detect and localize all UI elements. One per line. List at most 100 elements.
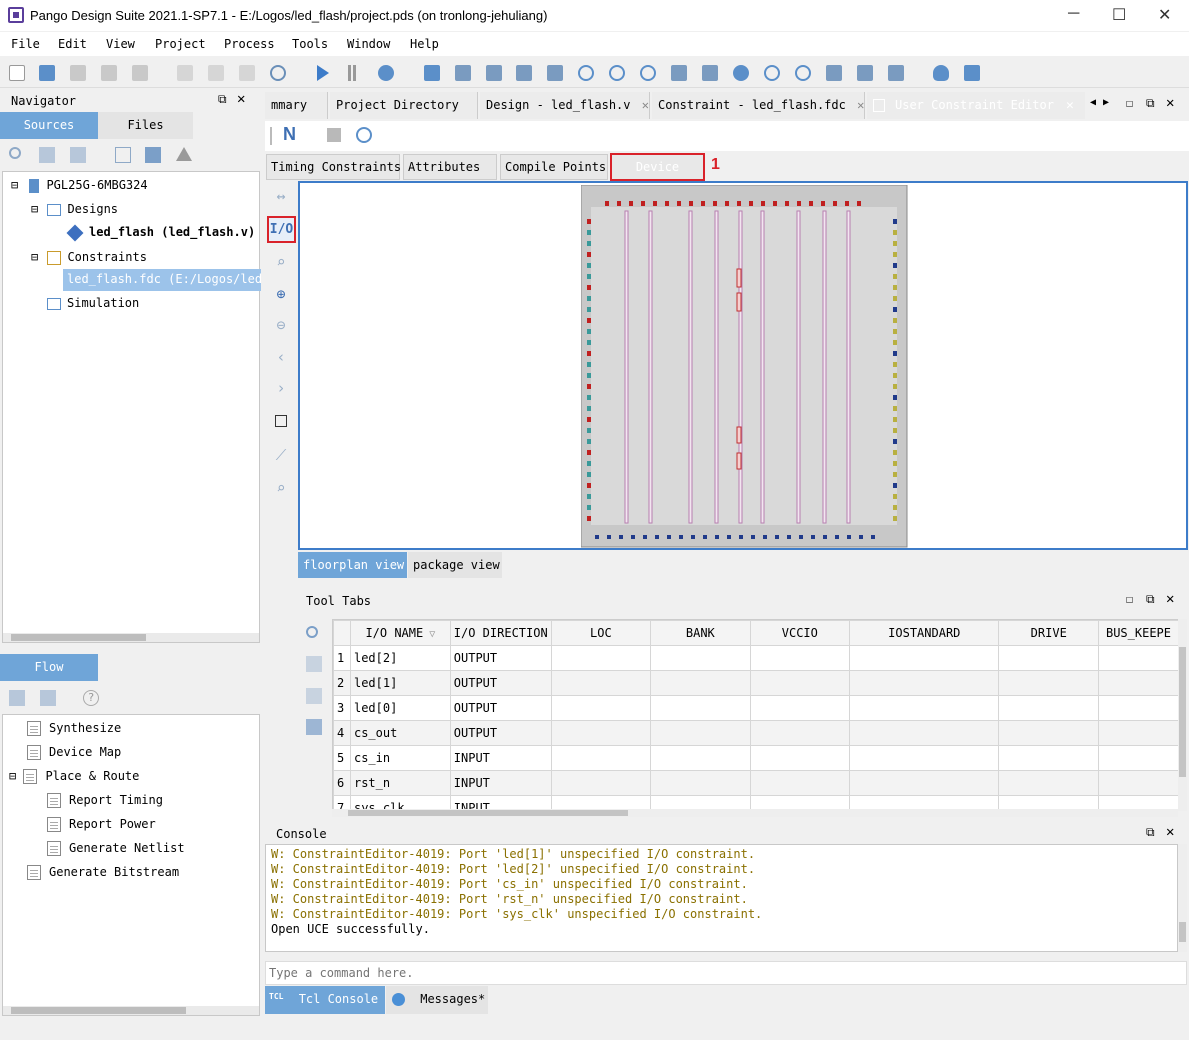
io-direction-cell[interactable]: INPUT [449, 770, 552, 796]
maximize-button[interactable]: ☐ [1112, 5, 1126, 25]
bank-cell[interactable] [650, 720, 751, 746]
tab-package-view[interactable]: package view [408, 552, 502, 578]
zoom-in-icon[interactable]: ⊕ [272, 285, 290, 303]
close-panel-icon[interactable]: ✕ [237, 91, 245, 107]
menu-edit[interactable]: Edit [58, 37, 87, 51]
col-loc[interactable]: LOC [550, 620, 652, 646]
save-as-icon[interactable] [101, 65, 117, 81]
tab-summary[interactable]: mmary [265, 92, 328, 119]
col-bus-keeper[interactable]: BUS_KEEPE [1098, 620, 1179, 646]
table-vertical-scrollbar[interactable] [1178, 619, 1187, 811]
help-icon[interactable]: ? [83, 690, 99, 706]
table-expand-icon[interactable] [306, 688, 322, 704]
fit-width-icon[interactable]: ↔ [272, 187, 290, 205]
loc-cell[interactable] [550, 745, 652, 771]
loc-cell[interactable] [550, 770, 652, 796]
table-row[interactable]: 1 led[2] OUTPUT [333, 645, 1179, 671]
float-console-icon[interactable]: ⧉ [1146, 825, 1155, 840]
bus-keeper-cell[interactable] [1098, 645, 1179, 671]
loc-cell[interactable] [550, 670, 652, 696]
table-row[interactable]: 2 led[1] OUTPUT [333, 670, 1179, 696]
save-constraint-icon[interactable] [327, 128, 341, 142]
cut-icon[interactable] [177, 65, 193, 81]
vccio-cell[interactable] [749, 645, 851, 671]
vccio-cell[interactable] [749, 720, 851, 746]
io-name-cell[interactable]: led[2] [349, 645, 451, 671]
col-drive[interactable]: DRIVE [998, 620, 1099, 646]
horizontal-scrollbar[interactable] [3, 1006, 259, 1015]
flow-item-place-route[interactable]: ⊟ Place & Route [9, 769, 139, 784]
download-icon[interactable] [764, 65, 780, 81]
table-row[interactable]: 4 cs_out OUTPUT [333, 720, 1179, 746]
io-name-cell[interactable]: led[0] [349, 695, 451, 721]
vccio-cell[interactable] [749, 670, 851, 696]
zoom-select-icon[interactable]: ⌕ [272, 253, 290, 271]
drive-cell[interactable] [998, 745, 1099, 771]
close-editor-icon[interactable]: ✕ [1166, 95, 1174, 111]
collapse-flow-icon[interactable] [40, 690, 56, 706]
timing-icon[interactable] [609, 65, 625, 81]
drive-cell[interactable] [998, 770, 1099, 796]
loc-cell[interactable] [550, 695, 652, 721]
refresh-icon[interactable] [578, 65, 594, 81]
flow-item-report-power[interactable]: Report Power [47, 817, 156, 832]
io-name-cell[interactable]: cs_out [349, 720, 451, 746]
find-icon[interactable] [270, 65, 286, 81]
close-tooltabs-icon[interactable]: ✕ [1166, 591, 1174, 607]
tab-flow[interactable]: Flow [0, 654, 98, 681]
tree-item-device[interactable]: ⊟ PGL25G-6MBG324 [11, 178, 148, 193]
copy-icon[interactable] [208, 65, 224, 81]
pause-icon[interactable] [348, 65, 356, 81]
scroll-tabs-left-icon[interactable]: ◀ [1090, 97, 1096, 108]
maximize-tooltabs-icon[interactable]: ☐ [1126, 592, 1133, 606]
float-tooltabs-icon[interactable]: ⧉ [1146, 592, 1155, 607]
scroll-tabs-right-icon[interactable]: ▶ [1103, 97, 1109, 108]
drive-cell[interactable] [998, 720, 1099, 746]
console-vertical-scrollbar[interactable] [1178, 844, 1187, 952]
tab-user-constraint-editor[interactable]: User Constraint Editor ✕ [867, 92, 1085, 119]
forward-icon[interactable]: › [272, 379, 290, 397]
table-icon[interactable] [547, 65, 563, 81]
network-icon[interactable] [888, 65, 904, 81]
io-direction-cell[interactable]: INPUT [449, 745, 552, 771]
find-icon[interactable]: ⌕ [272, 479, 290, 497]
chart-icon[interactable] [826, 65, 842, 81]
menu-view[interactable]: View [106, 37, 135, 51]
ip-icon[interactable] [795, 65, 811, 81]
menu-project[interactable]: Project [155, 37, 206, 51]
io-name-cell[interactable]: rst_n [349, 770, 451, 796]
col-iostandard[interactable]: IOSTANDARD [849, 620, 1000, 646]
netlist-icon[interactable] [455, 65, 471, 81]
bus-keeper-cell[interactable] [1098, 770, 1179, 796]
tab-files[interactable]: Files [98, 112, 193, 139]
chip-report-icon[interactable] [671, 65, 687, 81]
tree-item-constraints[interactable]: ⊟ Constraints [31, 250, 147, 265]
flow-item-generate-bitstream[interactable]: Generate Bitstream [27, 865, 179, 880]
table-collapse-icon[interactable] [306, 656, 322, 672]
vccio-cell[interactable] [749, 745, 851, 771]
table-row[interactable]: 6 rst_n INPUT [333, 770, 1179, 796]
open-folder-icon[interactable] [39, 65, 55, 81]
table-row[interactable]: 5 cs_in INPUT [333, 745, 1179, 771]
horizontal-scrollbar[interactable] [3, 633, 259, 642]
close-tab-icon[interactable]: ✕ [857, 98, 864, 112]
vccio-cell[interactable] [749, 770, 851, 796]
tree-item-simulation[interactable]: Simulation [47, 296, 139, 310]
expand-all-icon[interactable] [39, 147, 55, 163]
close-console-icon[interactable]: ✕ [1166, 824, 1174, 840]
tree-item-constraint-file[interactable]: led_flash.fdc (E:/Logos/led_ [63, 269, 261, 291]
menu-tools[interactable]: Tools [292, 37, 328, 51]
io-name-cell[interactable]: led[1] [349, 670, 451, 696]
net-n-icon[interactable]: N [283, 124, 296, 145]
flow-item-device-map[interactable]: Device Map [27, 745, 121, 760]
report-icon[interactable] [424, 65, 440, 81]
menu-help[interactable]: Help [410, 37, 439, 51]
minimize-button[interactable]: ─ [1068, 5, 1079, 23]
route-icon[interactable]: ⟋ [272, 446, 290, 464]
tab-design-file[interactable]: Design - led_flash.v ✕ [480, 92, 650, 119]
tab-compile-points[interactable]: Compile Points [500, 154, 608, 180]
table-hierarchy-icon[interactable] [306, 719, 322, 735]
tree-item-designs[interactable]: ⊟ Designs [31, 202, 118, 216]
tcl-command-input[interactable] [265, 961, 1187, 985]
tab-sources[interactable]: Sources [0, 112, 98, 139]
